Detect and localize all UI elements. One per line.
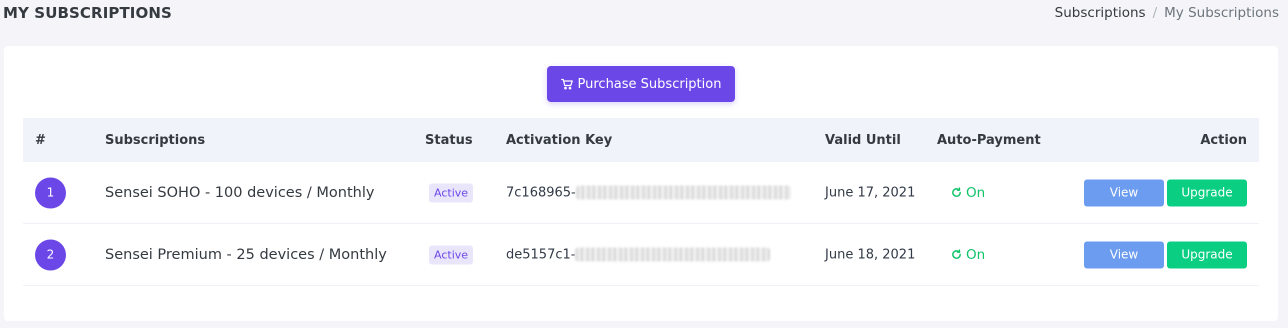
upgrade-button[interactable]: Upgrade xyxy=(1167,179,1247,206)
view-button[interactable]: View xyxy=(1084,179,1164,206)
subscriptions-card: Purchase Subscription # Subscriptions St… xyxy=(4,46,1278,321)
status-badge: Active xyxy=(429,183,474,202)
col-header-activation-key: Activation Key xyxy=(506,132,613,148)
status-badge: Active xyxy=(429,245,474,264)
table-header: # Subscriptions Status Activation Key Va… xyxy=(23,118,1259,162)
row-number-badge: 1 xyxy=(35,177,66,208)
upgrade-button[interactable]: Upgrade xyxy=(1167,241,1247,268)
col-header-status: Status xyxy=(425,132,473,148)
view-button[interactable]: View xyxy=(1084,241,1164,268)
col-header-action: Action xyxy=(1200,132,1247,148)
activation-key-redacted xyxy=(575,247,771,262)
breadcrumb-current: My Subscriptions xyxy=(1164,5,1279,21)
subscription-name: Sensei SOHO - 100 devices / Monthly xyxy=(105,184,375,201)
breadcrumb-subscriptions-link[interactable]: Subscriptions xyxy=(1055,5,1146,21)
col-header-subscriptions: Subscriptions xyxy=(105,132,206,148)
auto-payment-label: On xyxy=(966,184,986,201)
activation-key: 7c168965- xyxy=(506,185,791,200)
auto-payment-toggle[interactable]: On xyxy=(951,247,985,263)
valid-until: June 18, 2021 xyxy=(825,247,916,262)
cart-icon xyxy=(560,78,573,90)
subscription-name: Sensei Premium - 25 devices / Monthly xyxy=(105,246,387,263)
row-actions: View Upgrade xyxy=(1084,179,1247,206)
col-header-number: # xyxy=(35,132,46,148)
auto-payment-label: On xyxy=(966,246,986,263)
row-actions: View Upgrade xyxy=(1084,241,1247,268)
table-row: 1 Sensei SOHO - 100 devices / Monthly Ac… xyxy=(23,162,1259,224)
refresh-icon xyxy=(952,187,961,197)
activation-key-prefix: 7c168965- xyxy=(506,185,576,200)
page-title: MY SUBSCRIPTIONS xyxy=(3,4,172,22)
activation-key: de5157c1- xyxy=(506,247,771,262)
col-header-valid-until: Valid Until xyxy=(825,132,901,148)
table-row: 2 Sensei Premium - 25 devices / Monthly … xyxy=(23,224,1259,286)
activation-key-prefix: de5157c1- xyxy=(506,247,576,262)
breadcrumb-separator: / xyxy=(1152,5,1158,21)
purchase-subscription-button[interactable]: Purchase Subscription xyxy=(547,66,735,102)
row-number-badge: 2 xyxy=(35,239,66,270)
activation-key-redacted xyxy=(575,185,791,200)
col-header-auto-payment: Auto-Payment xyxy=(937,132,1041,148)
breadcrumb: Subscriptions / My Subscriptions xyxy=(1055,5,1279,21)
subscriptions-table: # Subscriptions Status Activation Key Va… xyxy=(23,118,1259,286)
purchase-subscription-label: Purchase Subscription xyxy=(577,76,722,92)
auto-payment-toggle[interactable]: On xyxy=(951,185,985,201)
valid-until: June 17, 2021 xyxy=(825,185,916,200)
refresh-icon xyxy=(952,249,961,259)
